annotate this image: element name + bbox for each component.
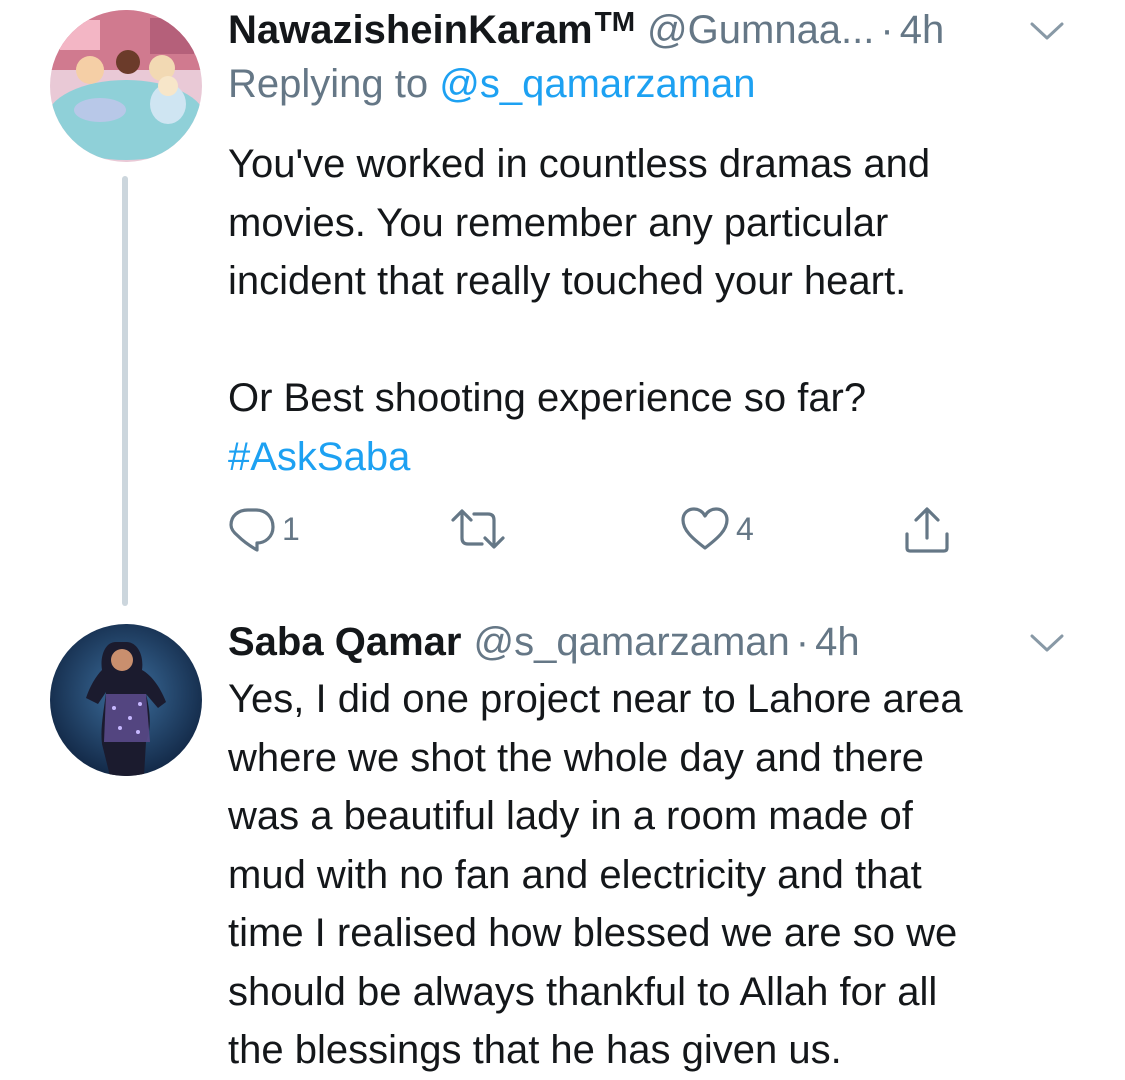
display-name[interactable]: Saba Qamar: [228, 620, 461, 665]
share-icon: [905, 507, 949, 553]
chevron-down-icon[interactable]: [1029, 20, 1065, 42]
user-handle[interactable]: @Gumnaa...: [647, 8, 874, 53]
tweet-text-line: Yes, I did one project near to Lahore ar…: [228, 677, 963, 721]
hashtag-link[interactable]: #AskSaba: [228, 428, 1085, 487]
timestamp[interactable]: 4h: [900, 8, 945, 53]
replying-to: Replying to @s_qamarzaman: [228, 62, 756, 107]
tweet-header: Saba Qamar @s_qamarzaman · 4h: [228, 614, 1085, 670]
tweet-text-line: You've worked in countless dramas and: [228, 142, 931, 186]
reply-icon: [229, 508, 275, 552]
avatar[interactable]: [50, 624, 202, 776]
like-icon: [681, 507, 729, 550]
separator-dot: ·: [795, 619, 810, 664]
user-handle[interactable]: @s_qamarzaman: [473, 620, 789, 665]
tweet-actions: 1 4: [228, 506, 988, 556]
chevron-down-icon[interactable]: [1029, 632, 1065, 654]
reply-button[interactable]: 1: [228, 506, 300, 552]
trademark-suffix: TM: [594, 6, 636, 37]
share-button[interactable]: [904, 506, 950, 554]
like-count: 4: [736, 510, 754, 547]
separator-dot: ·: [880, 7, 894, 52]
reply-count: 1: [282, 510, 300, 547]
thread-connector-line: [122, 176, 128, 606]
display-name[interactable]: NawazisheinKaram: [228, 8, 593, 53]
replying-to-label: Replying to: [228, 62, 429, 106]
retweet-icon: [451, 509, 505, 549]
avatar[interactable]: [50, 10, 202, 162]
tweet-text-line: Or Best shooting experience so far?: [228, 376, 867, 420]
tweet-header: NawazisheinKaram TM @Gumnaa... · 4h: [228, 2, 1085, 58]
timestamp[interactable]: 4h: [815, 620, 860, 665]
tweet-text: Yes, I did one project near to Lahore ar…: [228, 670, 1085, 1080]
tweet-text-line: time I realised how blessed we are so we: [228, 911, 958, 955]
tweet-text-line: the blessings that he has given us.: [228, 1028, 842, 1072]
tweet-text-line: where we shot the whole day and there: [228, 735, 924, 780]
tweet-text-line: movies. You remember any particular: [228, 200, 889, 245]
retweet-button[interactable]: [450, 506, 512, 552]
reply-mention-link[interactable]: @s_qamarzaman: [439, 62, 755, 106]
tweet-text-line: incident that really touched your heart.: [228, 259, 907, 303]
tweet-text-line: was a beautiful lady in a room made of: [228, 794, 913, 838]
tweet-text-line: should be always thankful to Allah for a…: [228, 969, 938, 1014]
like-button[interactable]: 4: [680, 506, 754, 552]
tweet-text-line: mud with no fan and electricity and that: [228, 852, 922, 897]
tweet-text: You've worked in countless dramas and mo…: [228, 135, 1085, 486]
